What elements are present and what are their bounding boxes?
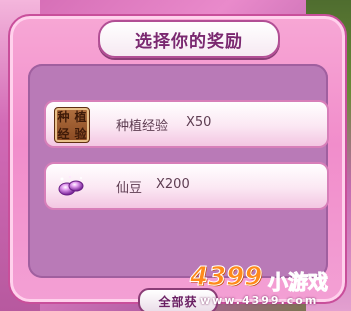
reward-label: 仙豆 <box>116 181 143 196</box>
book-icon-char: 种 <box>57 110 70 124</box>
logo-brand: 4399 <box>189 262 263 293</box>
reward-option-planting-experience[interactable]: 种 植 经 验 种植经验 X50 <box>44 100 329 148</box>
logo-name: 小游戏 <box>268 270 329 295</box>
reward-quantity: X200 <box>156 177 190 192</box>
dialog-title-plate: 选择你的奖励 <box>98 20 280 58</box>
book-icon-char: 经 <box>57 127 70 141</box>
logo-url: www.4399.com <box>200 294 319 307</box>
game-scene: 选择你的奖励 种 植 经 验 种植经验 X50 仙豆 X200 全部获 4399… <box>0 0 351 311</box>
book-icon-char: 植 <box>74 110 87 124</box>
book-icon-char: 验 <box>74 127 87 141</box>
reward-option-fairy-bean[interactable]: 仙豆 X200 <box>44 162 329 210</box>
planting-experience-book-icon: 种 植 经 验 <box>54 107 90 143</box>
reward-label: 种植经验 <box>116 119 169 134</box>
4399-logo: 4399 小游戏 www.4399.com <box>189 262 351 311</box>
fairy-bean-icon <box>54 169 88 203</box>
reward-quantity: X50 <box>186 115 212 130</box>
dialog-title: 选择你的奖励 <box>135 31 243 52</box>
reward-dialog: 选择你的奖励 种 植 经 验 种植经验 X50 仙豆 X200 全部获 <box>8 14 347 311</box>
